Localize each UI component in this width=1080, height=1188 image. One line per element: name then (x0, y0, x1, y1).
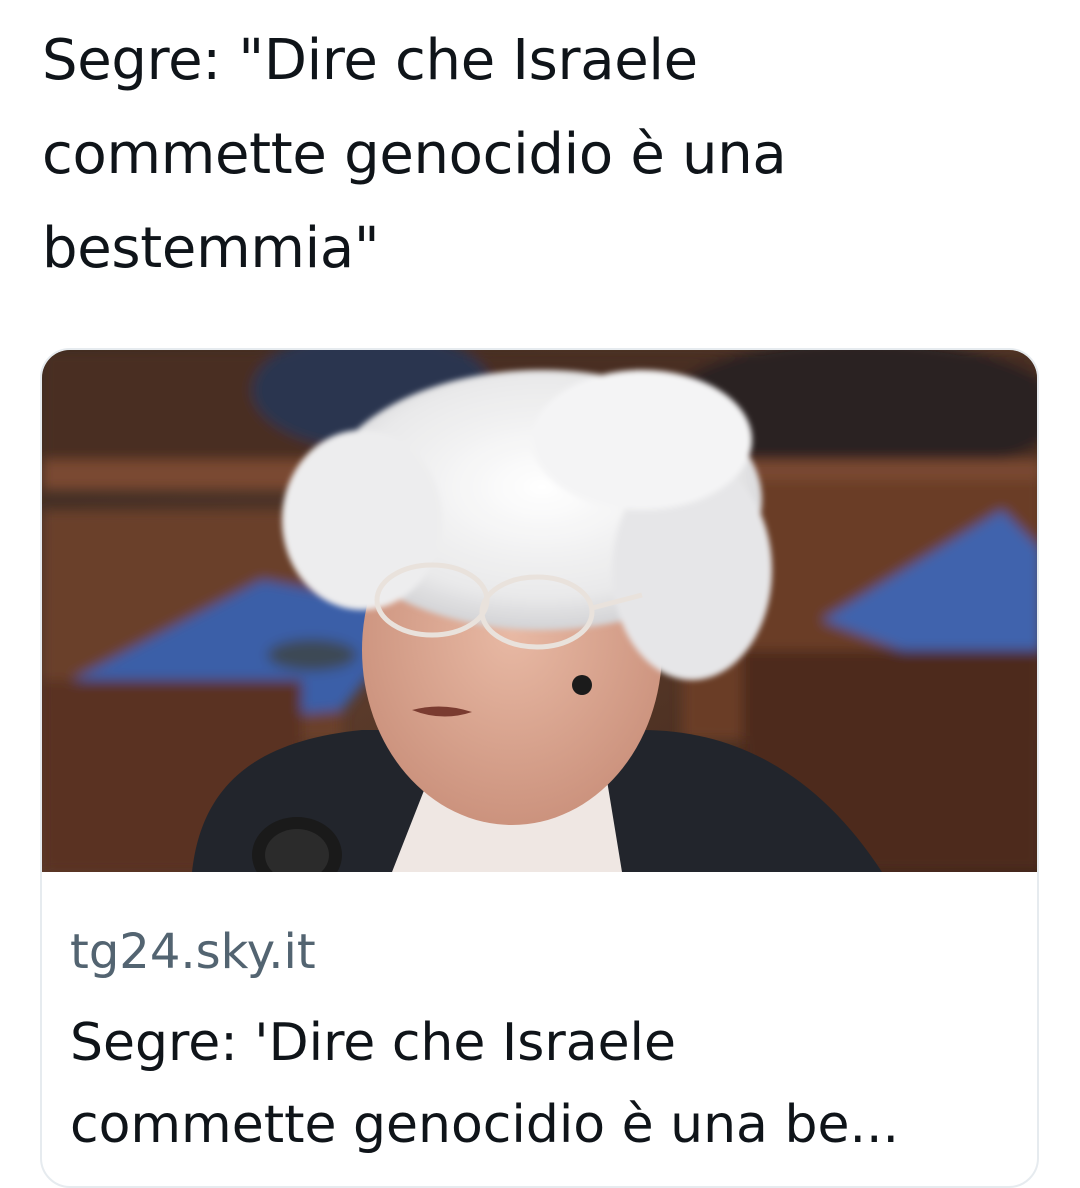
tweet-text: Segre: "Dire che Israele commette genoci… (42, 14, 1042, 296)
link-title-line: commette genocidio è una be... (70, 1095, 900, 1155)
link-title-line: Segre: 'Dire che Israele (70, 1013, 676, 1073)
tweet-text-line: Segre: "Dire che Israele (42, 28, 698, 93)
tweet-text-line: commette genocidio è una (42, 122, 787, 187)
tweet-text-line: bestemmia" (42, 216, 380, 281)
link-preview-card[interactable]: tg24.sky.it Segre: 'Dire che Israele com… (40, 348, 1039, 1188)
link-title[interactable]: Segre: 'Dire che Israele commette genoci… (70, 1002, 1010, 1166)
link-preview-image[interactable] (42, 350, 1039, 872)
link-domain[interactable]: tg24.sky.it (70, 922, 316, 982)
